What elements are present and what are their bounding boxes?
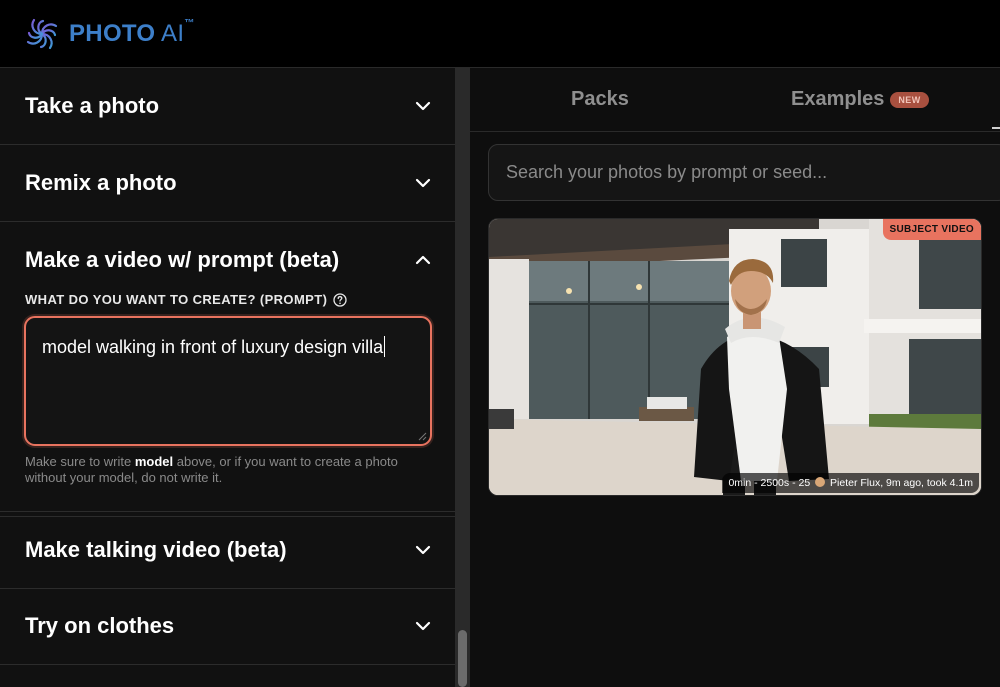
logo-wordmark[interactable]: PHOTO AI™ — [69, 17, 195, 48]
hint-bold-text: model — [134, 454, 174, 469]
tab-bar: Packs Examples NEW — [470, 68, 1000, 132]
tab-label: Examples — [791, 88, 885, 110]
chevron-down-icon[interactable] — [415, 178, 431, 188]
accordion-title: Remix a photo — [25, 170, 177, 195]
app-header: PHOTO AI™ — [0, 0, 1000, 68]
new-badge: NEW — [890, 91, 929, 108]
tab-examples[interactable]: Examples NEW — [791, 88, 929, 111]
accordion-take-photo: Take a photo — [0, 68, 455, 145]
photo-thumbnail — [489, 219, 981, 495]
help-icon[interactable] — [333, 292, 347, 307]
photo-meta: 0min - 2500s - 25 Pieter Flux, 9m ago, t… — [722, 473, 979, 493]
accordion-title: Make a video w/ prompt (beta) — [25, 247, 340, 272]
prompt-textarea[interactable]: model walking in front of luxury design … — [24, 316, 432, 446]
accordion-title: Try on clothes — [25, 613, 175, 638]
accordion-title: Make talking video (beta) — [25, 537, 287, 562]
scrollbar-thumb[interactable] — [458, 630, 467, 687]
logo-spiral-icon[interactable] — [24, 16, 60, 52]
left-panel: Take a photo Remix a photo Make a video … — [0, 68, 455, 687]
right-panel: Packs Examples NEW Search your photos by… — [470, 68, 1000, 687]
prompt-label-text: WHAT DO YOU WANT TO CREATE? (PROMPT) — [25, 292, 328, 307]
tab-label: Packs — [571, 88, 629, 110]
scrollbar-track[interactable] — [455, 68, 470, 687]
tab-active-indicator — [992, 127, 1000, 129]
logo-photo-text: PHOTO — [69, 19, 156, 47]
accordion-title: Take a photo — [25, 93, 160, 118]
text-caret — [384, 336, 386, 357]
face-emoji-icon — [815, 477, 826, 487]
accordion-talking-video: Make talking video (beta) — [0, 511, 455, 589]
logo-ai-text: AI — [155, 19, 185, 47]
prompt-value: model walking in front of luxury design … — [42, 337, 384, 357]
tab-packs[interactable]: Packs — [571, 88, 629, 111]
prompt-label: WHAT DO YOU WANT TO CREATE? (PROMPT) — [25, 292, 347, 307]
chevron-down-icon[interactable] — [415, 101, 431, 111]
accordion-header-try-on-clothes[interactable]: Try on clothes — [0, 588, 455, 664]
meta-text: 0min - 2500s - 25 — [728, 477, 811, 489]
accordion-header-remix-photo[interactable]: Remix a photo — [0, 145, 455, 221]
prompt-hint: Make sure to write model above, or if yo… — [25, 454, 435, 486]
meta-text: Pieter Flux, 9m ago, took 4.1m — [830, 477, 973, 489]
accordion-try-on-clothes: Try on clothes — [0, 588, 455, 665]
accordion-header-take-photo[interactable]: Take a photo — [0, 68, 455, 144]
chevron-down-icon[interactable] — [415, 545, 431, 555]
accordion-remix-photo: Remix a photo — [0, 145, 455, 222]
chevron-down-icon[interactable] — [415, 621, 431, 631]
hint-text: Make sure to write — [25, 454, 135, 469]
photo-card[interactable]: SUBJECT VIDEO 0min - 2500s - 25 Pieter F… — [488, 218, 982, 496]
accordion-header-make-video[interactable]: Make a video w/ prompt (beta) — [0, 222, 455, 298]
resize-handle-icon[interactable] — [418, 432, 427, 441]
accordion-header-talking-video[interactable]: Make talking video (beta) — [0, 512, 455, 588]
chevron-up-icon[interactable] — [415, 255, 431, 265]
search-input[interactable]: Search your photos by prompt or seed... — [488, 144, 1000, 201]
subject-video-badge: SUBJECT VIDEO — [882, 219, 981, 240]
logo-trademark: ™ — [184, 17, 195, 29]
search-placeholder: Search your photos by prompt or seed... — [506, 162, 828, 182]
